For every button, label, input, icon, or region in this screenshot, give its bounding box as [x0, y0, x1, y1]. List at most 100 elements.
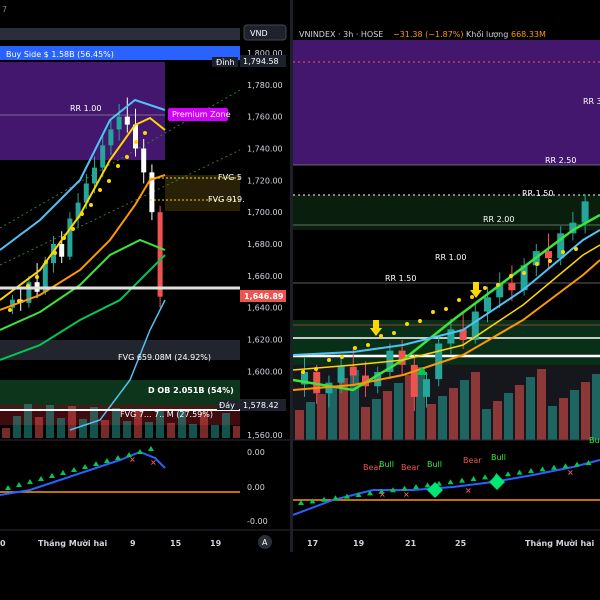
signal-dot [444, 307, 448, 311]
signal-dot [71, 227, 75, 231]
bear-x-marker: × [567, 468, 574, 477]
candle-body [337, 366, 345, 383]
price-tick: 1,600.00 [247, 367, 283, 376]
osc-tick: 0.00 [247, 483, 265, 492]
time-tick: 17 [307, 539, 318, 548]
candle-body [349, 366, 357, 376]
signal-dot [457, 298, 461, 302]
fvg-label-4: FVG 7... 7.. M (27.59%) [120, 410, 213, 419]
volume-bar [482, 409, 491, 440]
signal-dot [8, 308, 12, 312]
volume-bar [372, 399, 381, 440]
signal-label: Bu [589, 436, 600, 445]
volume-bar [361, 407, 370, 440]
right-chart[interactable]: RR 2.50 RR 1.50 RR 2.00 RR 1.50 RR 1.00 RR 3 V… [293, 0, 600, 552]
volume-bar [145, 422, 153, 438]
signal-dot [405, 322, 409, 326]
volume-bar [57, 418, 65, 438]
time-tick: 0 [0, 539, 6, 548]
time-tick: 25 [455, 539, 467, 548]
time-tick: 19 [353, 539, 365, 548]
ob-label: D OB 2.051B (54%) [148, 386, 234, 395]
volume-bar [460, 380, 469, 440]
volume-bar [559, 398, 568, 440]
volume-bar [123, 421, 131, 438]
volume-label: Khối lượng [466, 29, 508, 39]
time-tick: 15 [170, 539, 182, 548]
volume-bar [504, 393, 513, 440]
signal-dot [143, 131, 147, 135]
rr-label: RR 3 [583, 97, 600, 106]
signal-dot [379, 334, 383, 338]
volume-bar [13, 416, 21, 438]
signal-dot [134, 140, 138, 144]
volume-bar [211, 425, 219, 438]
volume-bar [383, 391, 392, 440]
rr-label: RR 1.00 [70, 104, 101, 113]
candle-body [508, 283, 516, 291]
osc-tick: -0.00 [247, 517, 268, 526]
signal-dot [418, 319, 422, 323]
price-tick: 1,660.00 [247, 272, 283, 281]
signal-dot [574, 247, 578, 251]
volume-bar [2, 428, 10, 438]
price-tick: 1,560.00 [247, 431, 283, 440]
signal-dot [509, 274, 513, 278]
signal-dot [522, 271, 526, 275]
candle-body [157, 212, 163, 297]
osc-tick: 0.00 [247, 448, 265, 457]
signal-dot [340, 355, 344, 359]
change-label: −31.38 (−1.87%) [393, 30, 464, 39]
rr-label: RR 2.50 [545, 156, 576, 165]
rr-label: RR 1.00 [435, 253, 466, 262]
premium-zone-label: Premium Zone [172, 110, 231, 119]
fvg-label-3: FVG 659.08M (24.92%) [118, 353, 211, 362]
time-tick: 19 [210, 539, 222, 548]
time-tick: 21 [405, 539, 417, 548]
volume-bar [101, 420, 109, 438]
price-tick: 1,720.00 [247, 176, 283, 185]
signal-dot [44, 260, 48, 264]
price-tick: 1,780.00 [247, 81, 283, 90]
price-tick: 1,620.00 [247, 336, 283, 345]
fvg-label-1: FVG 5 [218, 173, 242, 182]
signal-dot [116, 164, 120, 168]
volume-bar [35, 417, 43, 438]
candle-body [108, 129, 114, 146]
auto-button: A [262, 538, 268, 547]
signal-dot [483, 286, 487, 290]
signal-dot [89, 203, 93, 207]
left-chart[interactable]: 1,800.001,780.001,760.001,740.001,720.00… [0, 0, 290, 552]
volume-bar [112, 408, 120, 438]
candle-body [59, 244, 65, 257]
signal-label: Bull [491, 453, 506, 462]
signal-dot [535, 262, 539, 266]
volume-bar [317, 394, 326, 440]
bear-x-marker: × [465, 486, 472, 495]
volume-bar [570, 390, 579, 440]
bear-x-marker: × [379, 490, 386, 499]
buy-side-label: Buy Side $ 1.58B (56.45%) [6, 50, 114, 59]
osc-bear-marker: × [150, 458, 157, 467]
candle-body [423, 379, 430, 397]
volume-bar [526, 377, 535, 440]
signal-dot [431, 310, 435, 314]
price-tick: 1,740.00 [247, 145, 283, 154]
signal-dot [301, 370, 305, 374]
volume-bar [449, 388, 458, 440]
signal-label: Bull [379, 460, 394, 469]
signal-label: Bull [427, 460, 442, 469]
rr-label: RR 2.00 [483, 215, 514, 224]
volume-bar [493, 401, 502, 440]
candle-body [545, 251, 552, 259]
signal-dot [470, 295, 474, 299]
volume-bar [306, 402, 315, 440]
bottom-price-label: 1,578.42 [243, 401, 279, 410]
premium-zone-box [293, 40, 600, 165]
candle-body [124, 116, 130, 125]
signal-dot [366, 343, 370, 347]
price-tick: 1,760.00 [247, 113, 283, 122]
time-tick: Tháng Mười hai [525, 538, 595, 548]
volume-bar [394, 383, 403, 440]
signal-dot [98, 188, 102, 192]
